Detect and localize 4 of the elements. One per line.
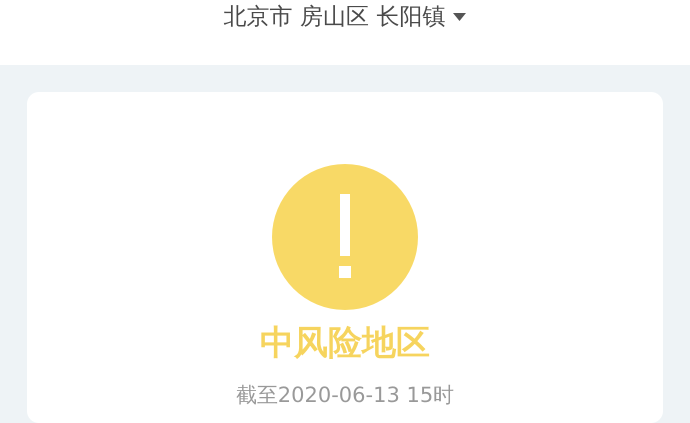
risk-level: 中风险地区 — [260, 322, 430, 365]
caret-down-icon — [453, 13, 466, 21]
update-time: 截至2020-06-13 15时 — [236, 382, 454, 409]
location-selector[interactable]: 北京市 房山区 长阳镇 — [224, 1, 466, 33]
